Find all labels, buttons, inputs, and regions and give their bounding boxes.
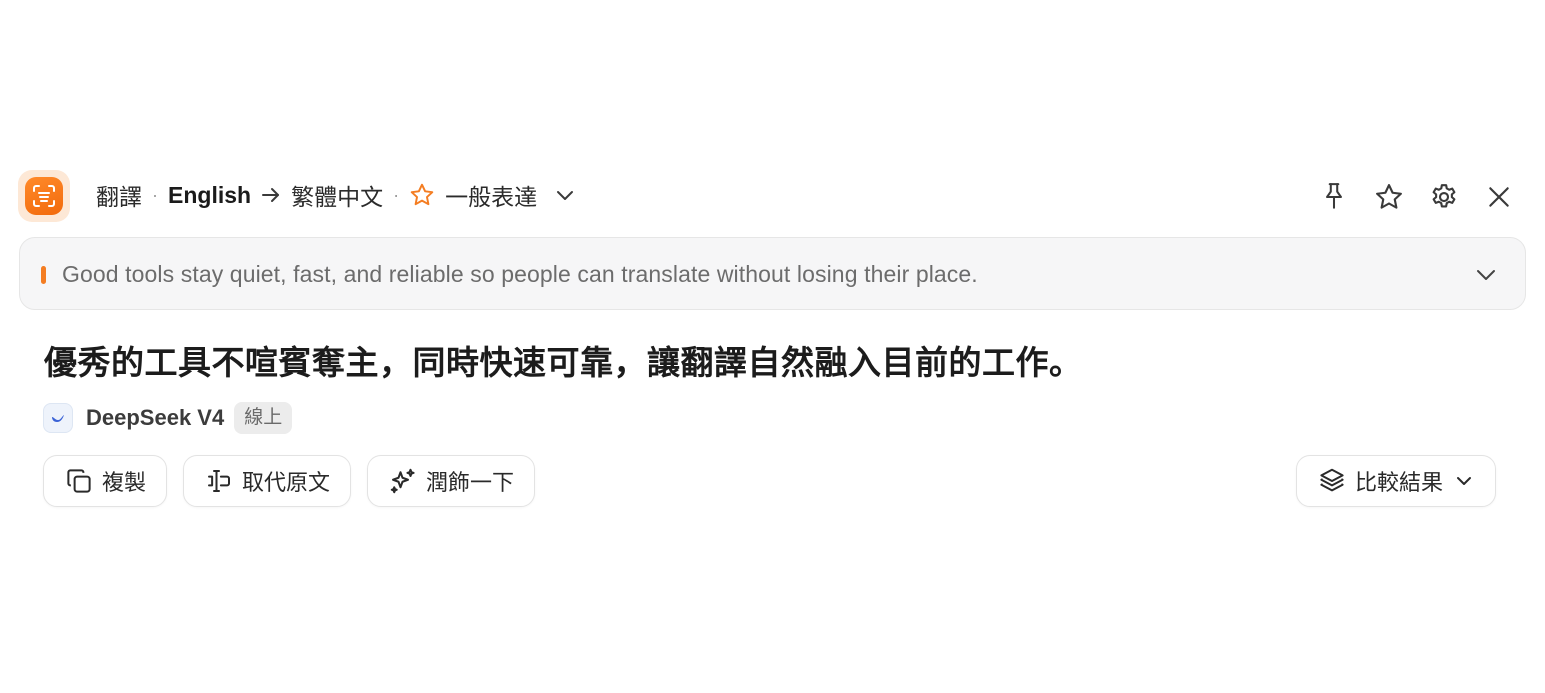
copy-label: 複製 [102, 470, 147, 495]
status-badge: 線上 [234, 402, 293, 434]
engine-name: DeepSeek V4 [86, 405, 225, 430]
compare-label: 比較結果 [1355, 470, 1444, 495]
gear-icon [1432, 184, 1456, 208]
breadcrumb: 翻譯 · English 繁體中文 · 一般表達 [96, 178, 575, 212]
compare-results-wrapper: 比較結果 [1296, 455, 1497, 507]
pin-button[interactable] [1317, 180, 1351, 214]
replace-icon [204, 466, 234, 496]
action-bar: 複製 取代原文 潤飾一下 [43, 455, 551, 507]
close-icon [1489, 187, 1509, 207]
polish-button[interactable]: 潤飾一下 [367, 455, 536, 507]
compare-results-button[interactable]: 比較結果 [1296, 455, 1497, 507]
translation-panel: 翻譯 · English 繁體中文 · 一般表達 Good tools stay… [0, 0, 1545, 693]
translation-text: 優秀的工具不喧賓奪主，同時快速可靠，讓翻譯自然融入目前的工作。 [44, 344, 1083, 381]
chevron-down-icon [1455, 475, 1473, 487]
close-button[interactable] [1482, 180, 1516, 214]
deepseek-logo-icon [43, 403, 73, 433]
source-text-box[interactable]: Good tools stay quiet, fast, and reliabl… [19, 237, 1526, 310]
scan-text-icon [33, 185, 55, 207]
separator-dot: · [393, 184, 400, 205]
accent-bar [41, 266, 46, 284]
source-language[interactable]: English [168, 182, 251, 209]
replace-label: 取代原文 [242, 470, 331, 495]
favorite-button[interactable] [1372, 180, 1406, 214]
chevron-down-icon [1477, 270, 1495, 280]
polish-label: 潤飾一下 [426, 470, 515, 495]
layers-icon [1317, 466, 1347, 496]
copy-button[interactable]: 複製 [43, 455, 168, 507]
mode-label: 翻譯 [96, 184, 142, 210]
copy-icon [64, 466, 94, 496]
source-text: Good tools stay quiet, fast, and reliabl… [62, 261, 978, 287]
pin-icon [1326, 183, 1342, 209]
star-icon [1376, 184, 1402, 209]
header: 翻譯 · English 繁體中文 · 一般表達 [18, 168, 1528, 222]
separator-dot: · [152, 184, 158, 205]
app-logo [18, 170, 70, 222]
style-selector[interactable]: 一般表達 [409, 178, 575, 212]
sparkles-icon [388, 466, 418, 496]
expand-button[interactable] [1473, 262, 1499, 288]
style-label: 一般表達 [445, 184, 538, 210]
replace-original-button[interactable]: 取代原文 [183, 455, 352, 507]
target-language[interactable]: 繁體中文 [291, 178, 383, 212]
header-actions [1296, 180, 1516, 214]
engine-info: DeepSeek V4 線上 [43, 401, 293, 435]
chevron-down-icon [555, 188, 575, 202]
settings-button[interactable] [1427, 180, 1461, 214]
star-icon [409, 182, 435, 208]
arrow-right-icon [261, 187, 281, 203]
